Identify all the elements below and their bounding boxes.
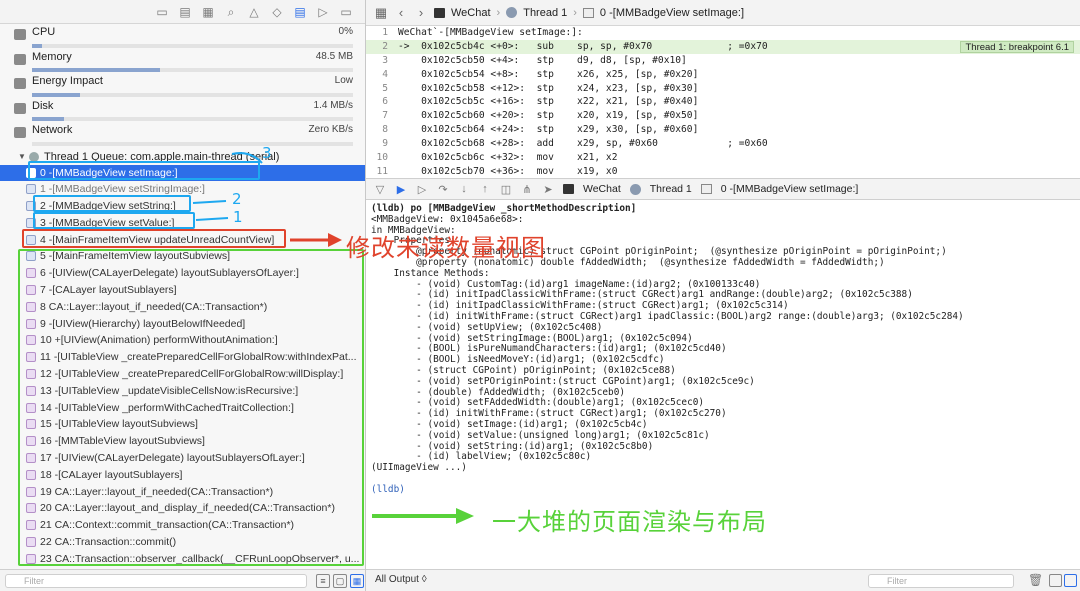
xcode-debugger-window: ▭ ▤ ▦ ⌕ △ ◇ ▤ ▷ ▭ CPU 0% Memory 48.5 MB Ener… — [0, 0, 1080, 591]
annotation-number-1: 1 — [233, 208, 243, 226]
annotation-number-3: 3 — [262, 144, 272, 162]
annotation-green-label: 一大堆的页面渲染与布局 — [492, 508, 767, 536]
annotation-number-2: 2 — [232, 190, 242, 208]
annotation-red-label: 修改未读数量视图 — [346, 234, 546, 262]
